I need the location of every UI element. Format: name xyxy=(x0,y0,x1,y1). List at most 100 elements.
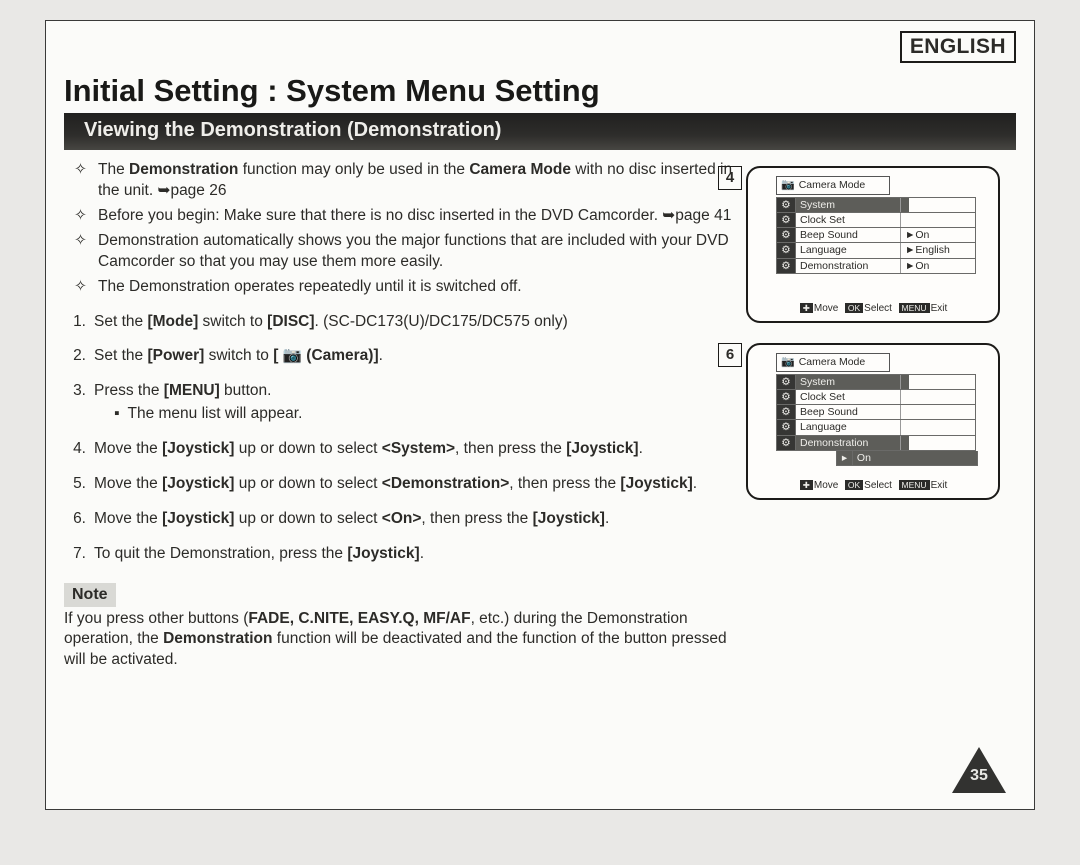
t: To quit the Demonstration, press the xyxy=(94,545,347,562)
t: , then press the xyxy=(455,440,566,457)
bullet-row: ✧ The Demonstration operates repeatedly … xyxy=(74,277,734,298)
section-bar: Viewing the Demonstration (Demonstration… xyxy=(64,113,1016,150)
osd-row-value xyxy=(901,213,909,227)
osd-row-label: Beep Sound xyxy=(796,405,901,419)
osd-row-value xyxy=(901,375,909,389)
footer-exit: Exit xyxy=(931,480,948,491)
gear-icon: ⚙ xyxy=(777,198,796,212)
t: [Joystick] xyxy=(162,440,234,457)
t: FADE, C.NITE, EASY.Q, MF/AF xyxy=(248,610,470,627)
t: Move the xyxy=(94,510,162,527)
osd-row-value xyxy=(901,420,909,434)
t: . (SC-DC173(U)/DC175/DC575 only) xyxy=(315,313,568,330)
osd-row-label: Language xyxy=(796,420,901,434)
osd-row-label: Demonstration xyxy=(796,436,901,450)
steps-list: 1. Set the [Mode] switch to [DISC]. (SC-… xyxy=(64,312,734,565)
gear-icon: ⚙ xyxy=(777,405,796,419)
t: . xyxy=(605,510,609,527)
step-number: 7. xyxy=(68,544,86,565)
osd-screen: 📷 Camera Mode ⚙System ⚙Clock Set ⚙Beep S… xyxy=(746,343,1000,500)
osd-row-value xyxy=(901,198,909,212)
gear-icon: ⚙ xyxy=(777,375,796,389)
step-row: 6. Move the [Joystick] up or down to sel… xyxy=(68,509,734,530)
step-text: Set the [Mode] switch to [DISC]. (SC-DC1… xyxy=(94,312,568,333)
bullet-text: The Demonstration operates repeatedly un… xyxy=(98,277,522,298)
step-number: 4. xyxy=(68,439,86,460)
camera-icon: 📷 xyxy=(781,178,795,193)
t: Set the xyxy=(94,313,147,330)
t: <Demonstration> xyxy=(382,475,509,492)
bullet-text: The Demonstration function may only be u… xyxy=(98,160,734,202)
t: switch to xyxy=(198,313,267,330)
osd-row-value xyxy=(901,390,909,404)
gear-icon: ⚙ xyxy=(777,213,796,227)
step-text: Move the [Joystick] up or down to select… xyxy=(94,509,609,530)
osd-row: ⚙Beep Sound xyxy=(776,405,976,420)
osd-row-label: On xyxy=(853,451,977,465)
osd-row-value xyxy=(901,405,909,419)
osd-row: ⚙Language xyxy=(776,420,976,435)
osd-footer: ✚Move OKSelect MENUExit xyxy=(748,479,998,493)
t: [Joystick] xyxy=(566,440,638,457)
right-column: 4 📷 Camera Mode ⚙System ⚙Clock Set ⚙Beep… xyxy=(746,160,1016,671)
t: Move the xyxy=(94,475,162,492)
step-row: 1. Set the [Mode] switch to [DISC]. (SC-… xyxy=(68,312,734,333)
step-number: 1. xyxy=(68,312,86,333)
t: The xyxy=(98,161,129,178)
gear-icon: ⚙ xyxy=(777,436,796,450)
t: up or down to select xyxy=(234,475,381,492)
t: Move the xyxy=(94,440,162,457)
footer-select: Select xyxy=(864,303,892,314)
footer-select: Select xyxy=(864,480,892,491)
step-text: Set the [Power] switch to [ 📷 (Camera)]. xyxy=(94,346,383,367)
t: . xyxy=(379,347,383,364)
footer-move: Move xyxy=(814,480,838,491)
left-column: ✧ The Demonstration function may only be… xyxy=(64,160,734,671)
bullet-row: ✧ Demonstration automatically shows you … xyxy=(74,231,734,273)
osd-row-label: Beep Sound xyxy=(796,228,901,242)
t: [Joystick] xyxy=(533,510,605,527)
camera-icon: 📷 xyxy=(781,355,795,370)
step-text: Move the [Joystick] up or down to select… xyxy=(94,474,697,495)
bullet-text: Before you begin: Make sure that there i… xyxy=(98,206,731,227)
gear-icon: ⚙ xyxy=(777,228,796,242)
bullet-row: ✧ The Demonstration function may only be… xyxy=(74,160,734,202)
footer-exit: Exit xyxy=(931,303,948,314)
ok-icon: OK xyxy=(845,303,863,313)
t: , then press the xyxy=(421,510,532,527)
osd-row-label: System xyxy=(796,198,901,212)
manual-page: ENGLISH Initial Setting : System Menu Se… xyxy=(45,20,1035,810)
t: [Joystick] xyxy=(162,510,234,527)
bullet-row: ✧ Before you begin: Make sure that there… xyxy=(74,206,734,227)
step-text: Press the [MENU] button. The menu list w… xyxy=(94,381,302,425)
footer-move: Move xyxy=(814,303,838,314)
note-label: Note xyxy=(64,583,116,607)
osd-row: ⚙Language►English xyxy=(776,243,976,258)
step-number: 2. xyxy=(68,346,86,367)
osd-row: ⚙System xyxy=(776,197,976,213)
move-icon: ✚ xyxy=(800,480,813,490)
step-text: Move the [Joystick] up or down to select… xyxy=(94,439,643,460)
gear-icon: ⚙ xyxy=(777,390,796,404)
page-title: Initial Setting : System Menu Setting xyxy=(64,73,1016,109)
osd-row: ▸On xyxy=(836,451,978,466)
bullet-icon: ✧ xyxy=(74,231,88,273)
t: [MENU] xyxy=(164,382,220,399)
osd-rows: ⚙System ⚙Clock Set ⚙Beep Sound►On ⚙Langu… xyxy=(776,197,976,274)
note-body: If you press other buttons (FADE, C.NITE… xyxy=(64,609,734,672)
step-row: 4. Move the [Joystick] up or down to sel… xyxy=(68,439,734,460)
gear-icon: ⚙ xyxy=(777,420,796,434)
osd-row-value xyxy=(901,436,909,450)
osd-row: ⚙Demonstration►On xyxy=(776,259,976,274)
t: [Mode] xyxy=(147,313,198,330)
step-text: To quit the Demonstration, press the [Jo… xyxy=(94,544,424,565)
t: <System> xyxy=(382,440,455,457)
step-number: 6. xyxy=(68,509,86,530)
osd-title: Camera Mode xyxy=(799,178,866,192)
t: [DISC] xyxy=(267,313,314,330)
t: . xyxy=(693,475,697,492)
t: Camera Mode xyxy=(469,161,571,178)
page-number: 35 xyxy=(952,767,1006,785)
osd-row: ⚙Beep Sound►On xyxy=(776,228,976,243)
t: [Joystick] xyxy=(347,545,419,562)
